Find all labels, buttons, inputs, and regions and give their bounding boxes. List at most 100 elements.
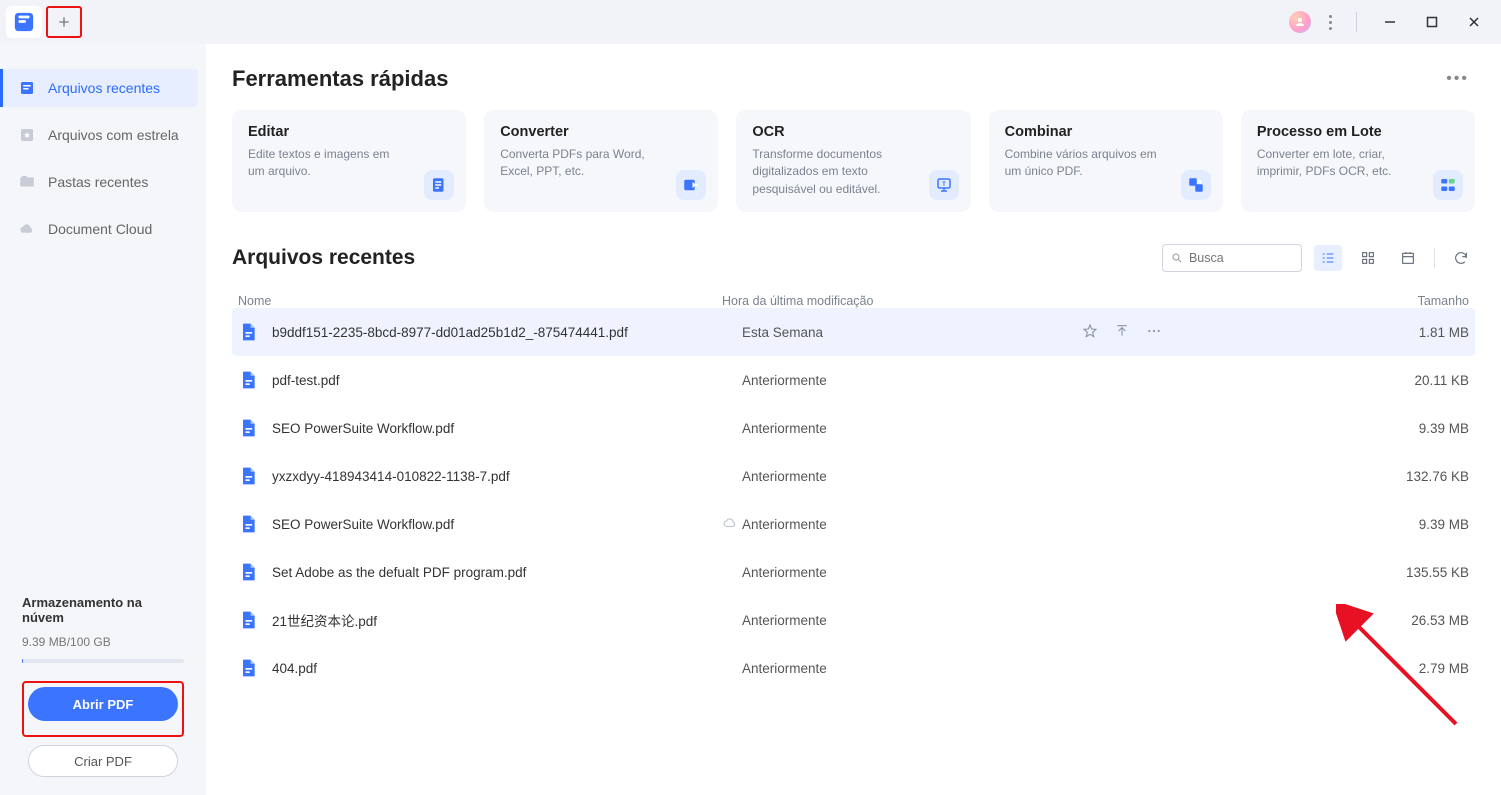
app-home-tab[interactable] <box>6 6 42 38</box>
sidebar-item-recent-folders[interactable]: Pastas recentes <box>0 163 198 201</box>
file-name: SEO PowerSuite Workflow.pdf <box>272 517 722 532</box>
open-pdf-highlight: Abrir PDF <box>22 681 184 737</box>
file-row[interactable]: 21世纪资本论.pdfAnteriormente26.53 MB <box>232 596 1475 644</box>
combine-icon <box>1181 170 1211 200</box>
quick-tools-more-icon[interactable]: ••• <box>1440 66 1475 92</box>
quick-tools-title: Ferramentas rápidas <box>232 66 448 92</box>
storage-usage: 9.39 MB/100 GB <box>22 635 184 649</box>
file-name: b9ddf151-2235-8bcd-8977-dd01ad25b1d2_-87… <box>272 325 722 340</box>
titlebar <box>0 0 1501 44</box>
close-button[interactable] <box>1459 7 1489 37</box>
file-date: Anteriormente <box>742 469 1082 484</box>
sidebar-item-recent-files[interactable]: Arquivos recentes <box>0 69 198 107</box>
file-size: 9.39 MB <box>1379 421 1469 436</box>
tool-card-title: Combinar <box>1005 124 1207 140</box>
file-row[interactable]: SEO PowerSuite Workflow.pdf Anteriormente… <box>232 500 1475 548</box>
file-row[interactable]: SEO PowerSuite Workflow.pdf Anteriormente… <box>232 404 1475 452</box>
file-date: Anteriormente <box>742 421 1082 436</box>
file-name: pdf-test.pdf <box>272 373 722 388</box>
pdf-icon <box>238 322 258 342</box>
tool-card-batch[interactable]: Processo em Lote Converter em lote, criar… <box>1241 110 1475 212</box>
edit-icon <box>424 170 454 200</box>
upload-icon[interactable] <box>1114 323 1130 342</box>
maximize-button[interactable] <box>1417 7 1447 37</box>
recent-files-title: Arquivos recentes <box>232 246 415 270</box>
view-calendar-button[interactable] <box>1394 245 1422 271</box>
view-list-button[interactable] <box>1314 245 1342 271</box>
file-size: 132.76 KB <box>1379 469 1469 484</box>
star-icon[interactable] <box>1082 323 1098 342</box>
column-size: Tamanho <box>1379 294 1469 308</box>
file-date: Anteriormente <box>742 373 1082 388</box>
folder-icon <box>18 173 36 191</box>
refresh-button[interactable] <box>1447 245 1475 271</box>
row-more-icon[interactable] <box>1146 323 1162 342</box>
pdf-icon <box>238 610 258 630</box>
file-name: yxzxdyy-418943414-010822-1138-7.pdf <box>272 469 722 484</box>
search-box[interactable] <box>1162 244 1302 272</box>
open-pdf-button[interactable]: Abrir PDF <box>28 687 178 721</box>
file-date: Anteriormente <box>742 613 1082 628</box>
file-date: Anteriormente <box>742 661 1082 676</box>
pdf-icon <box>238 466 258 486</box>
storage-title: Armazenamento na núvem <box>22 595 184 625</box>
tool-card-desc: Converter em lote, criar, imprimir, PDFs… <box>1257 146 1415 181</box>
tool-card-ocr[interactable]: OCR Transforme documentos digitalizados e… <box>736 110 970 212</box>
file-date: Esta Semana <box>742 325 1082 340</box>
storage-bar <box>22 659 184 663</box>
file-row[interactable]: Set Adobe as the defualt PDF program.pdf… <box>232 548 1475 596</box>
tool-card-title: OCR <box>752 124 954 140</box>
pdf-icon <box>238 370 258 390</box>
main-content: Ferramentas rápidas ••• Editar Edite text… <box>206 44 1501 795</box>
minimize-button[interactable] <box>1375 7 1405 37</box>
file-row[interactable]: 404.pdfAnteriormente2.79 MB <box>232 644 1475 692</box>
tool-card-desc: Edite textos e imagens em um arquivo. <box>248 146 406 181</box>
tool-card-convert[interactable]: ConverterConverta PDFs para Word, Excel,… <box>484 110 718 212</box>
svg-text:T: T <box>942 182 946 188</box>
tool-card-title: Processo em Lote <box>1257 124 1459 140</box>
search-input[interactable] <box>1189 251 1293 265</box>
file-size: 9.39 MB <box>1379 517 1469 532</box>
sidebar-item-label: Arquivos com estrela <box>48 127 179 143</box>
cloud-status-icon <box>722 515 742 534</box>
file-size: 20.11 KB <box>1379 373 1469 388</box>
batch-icon <box>1433 170 1463 200</box>
file-list: b9ddf151-2235-8bcd-8977-dd01ad25b1d2_-87… <box>232 308 1475 692</box>
tool-card-desc: Transforme documentos digitalizados em t… <box>752 146 910 198</box>
table-header: Nome Hora da última modificação Tamanho <box>232 294 1475 308</box>
file-row[interactable]: pdf-test.pdf Anteriormente 20.11 KB <box>232 356 1475 404</box>
user-avatar[interactable] <box>1289 11 1311 33</box>
pdf-icon <box>238 658 258 678</box>
ocr-icon: T <box>929 170 959 200</box>
column-date: Hora da última modificação <box>722 294 1142 308</box>
app-menu-icon[interactable] <box>1323 11 1338 34</box>
view-grid-button[interactable] <box>1354 245 1382 271</box>
cloud-icon <box>18 220 36 238</box>
create-pdf-button[interactable]: Criar PDF <box>28 745 178 777</box>
file-size: 1.81 MB <box>1379 325 1469 340</box>
file-row[interactable]: b9ddf151-2235-8bcd-8977-dd01ad25b1d2_-87… <box>232 308 1475 356</box>
file-date: Anteriormente <box>742 565 1082 580</box>
file-name: 404.pdf <box>272 661 722 676</box>
tool-card-edit[interactable]: Editar Edite textos e imagens em um arqui… <box>232 110 466 212</box>
star-icon <box>18 126 36 144</box>
recent-icon <box>18 79 36 97</box>
file-row[interactable]: yxzxdyy-418943414-010822-1138-7.pdf Anter… <box>232 452 1475 500</box>
sidebar-item-label: Arquivos recentes <box>48 80 160 96</box>
new-tab-button[interactable] <box>46 6 82 38</box>
file-size: 26.53 MB <box>1379 613 1469 628</box>
file-date: Anteriormente <box>742 517 1082 532</box>
tool-card-title: Converter <box>500 124 702 140</box>
tool-card-desc: Combine vários arquivos em um único PDF. <box>1005 146 1163 181</box>
search-icon <box>1171 251 1183 265</box>
convert-icon <box>676 170 706 200</box>
file-size: 135.55 KB <box>1379 565 1469 580</box>
sidebar: Arquivos recentes Arquivos com estrela P… <box>0 44 206 795</box>
sidebar-item-starred[interactable]: Arquivos com estrela <box>0 116 198 154</box>
column-name: Nome <box>238 294 722 308</box>
file-name: SEO PowerSuite Workflow.pdf <box>272 421 722 436</box>
sidebar-item-document-cloud[interactable]: Document Cloud <box>0 210 198 248</box>
pdf-icon <box>238 514 258 534</box>
tool-card-title: Editar <box>248 124 450 140</box>
tool-card-combine[interactable]: Combinar Combine vários arquivos em um ún… <box>989 110 1223 212</box>
